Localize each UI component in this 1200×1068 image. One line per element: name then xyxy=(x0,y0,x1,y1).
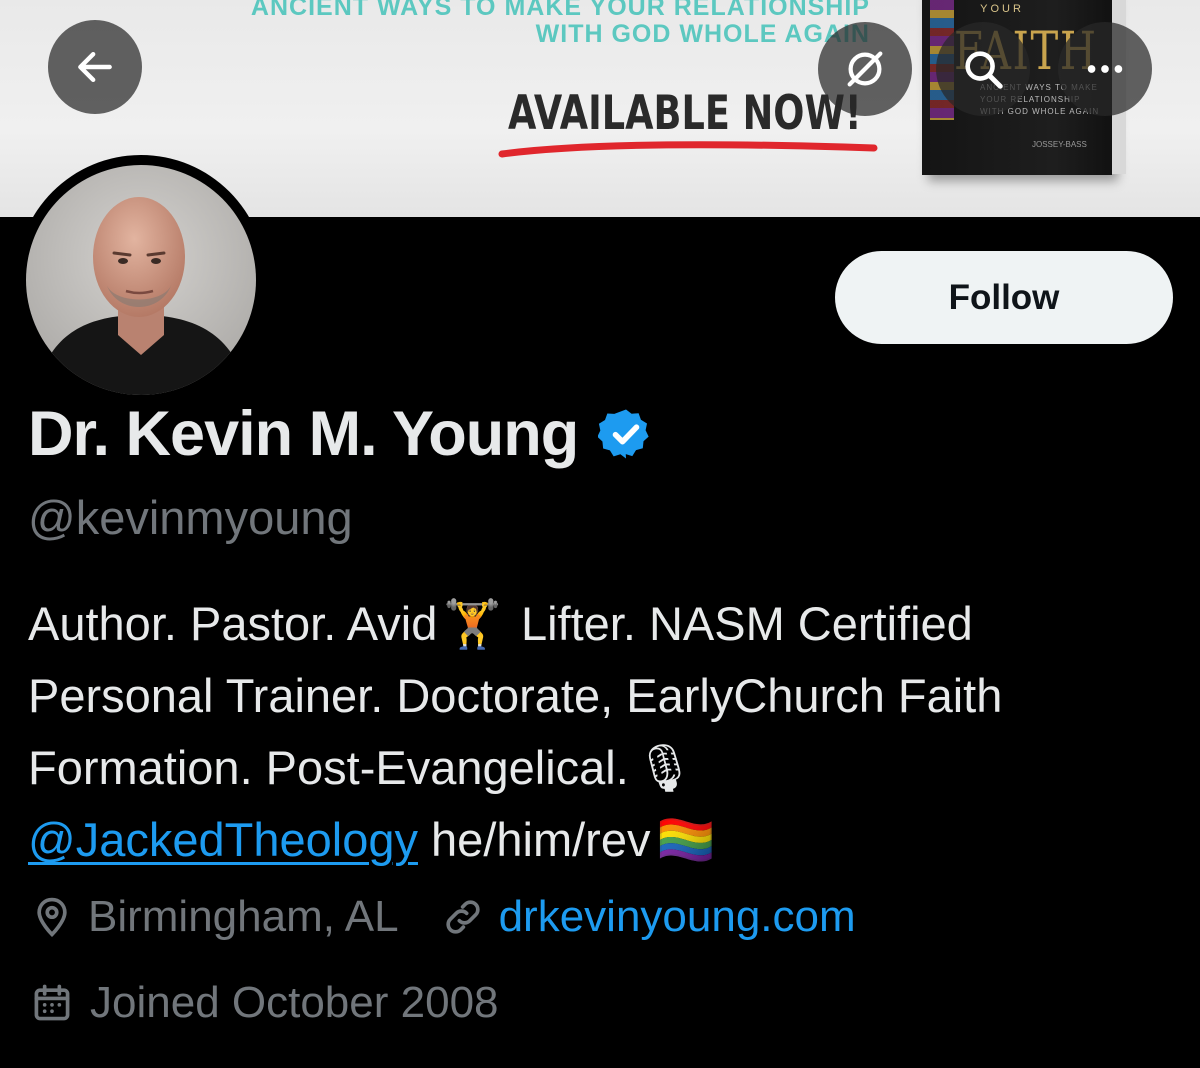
slashed-circle-icon xyxy=(847,51,883,87)
bio-line-2: Personal Trainer. Doctorate, EarlyChurch… xyxy=(28,660,1178,732)
search-button[interactable] xyxy=(936,22,1030,116)
mention-link[interactable]: @JackedTheology xyxy=(28,804,418,876)
avatar-photo xyxy=(26,165,256,395)
banner-tagline: ANCIENT WAYS TO MAKE YOUR RELATIONSHIP W… xyxy=(110,0,870,48)
bio: Author. Pastor. Avid 🏋 Lifter. NASM Cert… xyxy=(28,588,1178,876)
person-portrait-icon xyxy=(26,165,256,395)
location-text: Birmingham, AL xyxy=(88,892,399,941)
joined-text: Joined October 2008 xyxy=(90,978,499,1027)
calendar-icon xyxy=(34,984,70,1021)
bio-text: Formation. Post-Evangelical. xyxy=(28,741,629,794)
display-name: Dr. Kevin M. Young xyxy=(28,399,579,469)
banner-cta: AVAILABLE NOW! xyxy=(508,86,862,141)
banner-underline xyxy=(498,141,878,158)
more-options-button[interactable] xyxy=(1058,22,1152,116)
bio-line-3: Formation. Post-Evangelical. 🎙 xyxy=(28,732,1178,804)
banner-tagline-line1: ANCIENT WAYS TO MAKE YOUR RELATIONSHIP xyxy=(250,0,870,21)
bio-text: Author. Pastor. Avid xyxy=(28,597,438,650)
link-icon xyxy=(445,900,480,934)
book-title-top: YOUR xyxy=(980,3,1024,15)
arrow-left-icon xyxy=(78,51,112,83)
back-button[interactable] xyxy=(48,20,142,114)
bio-line-1: Author. Pastor. Avid 🏋 Lifter. NASM Cert… xyxy=(28,588,1178,660)
follow-button[interactable]: Follow xyxy=(835,251,1173,344)
handle: @kevinmyoung xyxy=(28,491,353,544)
location: Birmingham, AL xyxy=(30,892,399,942)
bio-text: Lifter. NASM Certified xyxy=(507,597,973,650)
verified-badge-icon[interactable] xyxy=(598,406,654,462)
profile-meta: Birmingham, AL drkevinyoung.com xyxy=(30,892,898,942)
website-link[interactable]: drkevinyoung.com xyxy=(499,892,856,942)
rainbow-flag-icon: 🏳️‍🌈 xyxy=(656,813,715,866)
display-name-row: Dr. Kevin M. Young xyxy=(28,398,654,470)
website[interactable]: drkevinyoung.com xyxy=(441,892,856,942)
avatar[interactable] xyxy=(16,155,266,405)
banner-tagline-line2: WITH GOD WHOLE AGAIN xyxy=(535,20,870,48)
search-icon xyxy=(965,51,1003,89)
pronouns: he/him/rev xyxy=(417,813,651,866)
grok-button[interactable] xyxy=(818,22,912,116)
book-publisher: JOSSEY-BASS xyxy=(1032,140,1087,149)
more-horizontal-icon xyxy=(1087,65,1123,73)
microphone-icon: 🎙 xyxy=(634,741,695,794)
weightlifter-icon: 🏋 xyxy=(443,597,502,650)
joined-date: Joined October 2008 xyxy=(30,978,499,1028)
location-pin-icon xyxy=(37,897,67,938)
bio-line-4: @JackedTheology he/him/rev 🏳️‍🌈 xyxy=(28,804,1178,876)
bio-text: Personal Trainer. Doctorate, EarlyChurch… xyxy=(28,669,1003,722)
